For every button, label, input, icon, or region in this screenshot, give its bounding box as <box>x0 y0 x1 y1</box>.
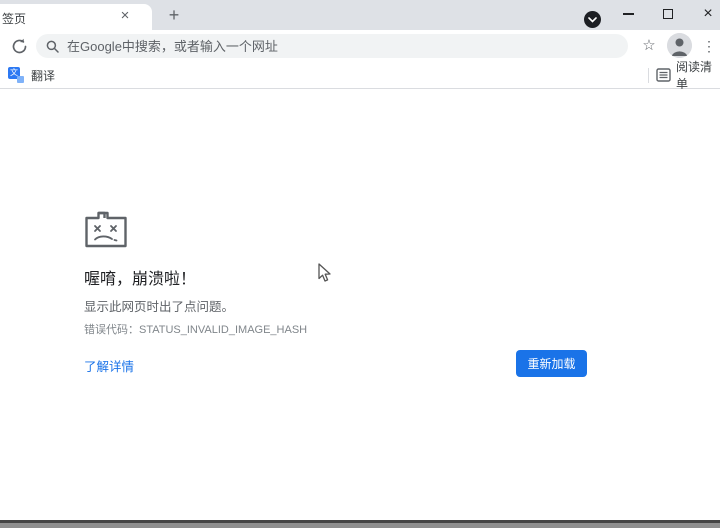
learn-more-link[interactable]: 了解详情 <box>84 356 134 375</box>
minimize-icon <box>622 13 634 15</box>
person-icon <box>667 33 692 58</box>
bookmark-translate[interactable]: 文 翻译 <box>8 62 55 88</box>
reading-list-icon <box>656 68 671 82</box>
window-maximize-button[interactable] <box>648 0 688 28</box>
mouse-cursor <box>318 263 333 288</box>
address-input[interactable] <box>67 38 587 54</box>
window-minimize-button[interactable] <box>608 0 648 28</box>
browser-menu-button[interactable]: ⋮ <box>700 33 718 59</box>
reload-button[interactable] <box>6 33 32 59</box>
omnibox[interactable] <box>36 34 628 58</box>
reading-list-label: 阅读清单 <box>676 60 713 91</box>
crash-error-code: 错误代码：STATUS_INVALID_IMAGE_HASH <box>84 324 308 336</box>
chevron-down-icon <box>588 16 597 23</box>
window-bottom-edge <box>0 520 720 528</box>
crash-title: 喔唷，崩溃啦！ <box>84 271 197 288</box>
tab-close-icon[interactable]: × <box>116 7 134 25</box>
browser-window: 签页 × + × ☆ <box>0 0 720 528</box>
reload-icon <box>12 38 26 53</box>
window-close-button[interactable]: × <box>688 0 720 28</box>
crash-subtitle: 显示此网页时出了点问题。 <box>84 300 235 314</box>
crash-page: 喔唷，崩溃啦！ 显示此网页时出了点问题。 错误代码：STATUS_INVALID… <box>0 89 720 520</box>
tab-title: 签页 <box>2 12 27 26</box>
search-icon <box>46 40 59 53</box>
reading-list-button[interactable]: 阅读清单 <box>656 60 720 91</box>
profile-avatar[interactable] <box>667 33 692 58</box>
bookmark-translate-label: 翻译 <box>31 68 56 83</box>
tab-strip: 签页 × + × <box>0 0 720 30</box>
translate-icon: 文 <box>8 67 24 83</box>
bookmark-star-icon[interactable]: ☆ <box>636 33 662 59</box>
tab-search-button[interactable] <box>584 11 601 28</box>
sad-folder-icon <box>84 209 128 254</box>
new-tab-button[interactable]: + <box>162 4 186 28</box>
bookmarks-bar: 文 翻译 阅读清单 <box>0 60 720 91</box>
maximize-icon <box>663 9 673 19</box>
browser-tab[interactable]: 签页 × <box>0 4 152 30</box>
toolbar: ☆ ⋮ <box>0 30 720 62</box>
reload-page-button[interactable]: 重新加载 <box>516 350 587 377</box>
bookmarks-divider <box>648 68 649 83</box>
